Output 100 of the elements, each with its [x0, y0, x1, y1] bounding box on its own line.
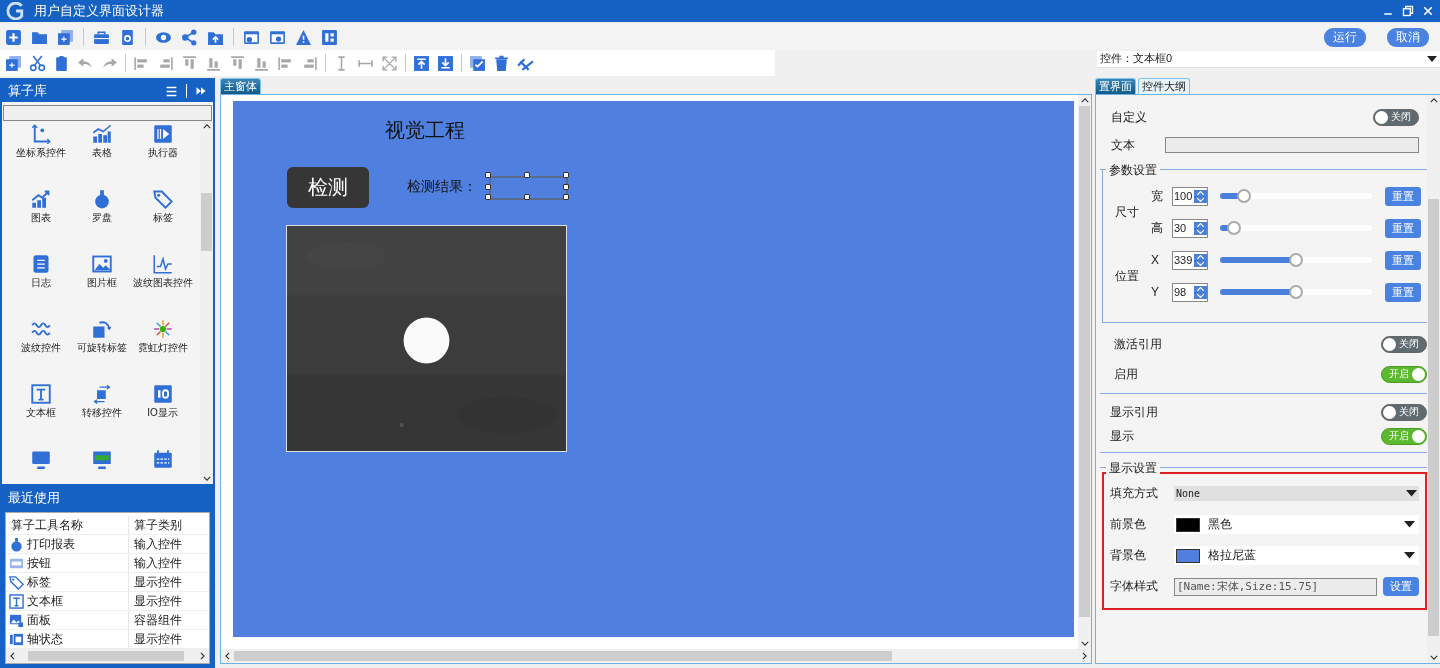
display-icon[interactable]: [91, 449, 112, 469]
slider[interactable]: [1220, 284, 1372, 300]
component-label[interactable]: 标签: [152, 212, 173, 223]
window-add-icon[interactable]: [243, 28, 260, 46]
send-back-icon[interactable]: [437, 54, 454, 72]
reset-button[interactable]: 重置: [1385, 218, 1421, 238]
window-gear-icon[interactable]: [269, 28, 286, 46]
scrollbar[interactable]: [6, 649, 209, 663]
component-label[interactable]: 表格: [91, 147, 112, 158]
component-label[interactable]: 可旋转标签: [76, 342, 127, 353]
component-label[interactable]: 执行器: [147, 147, 178, 158]
axis-icon[interactable]: [30, 124, 51, 144]
layout-icon[interactable]: [321, 28, 338, 46]
fill-mode-dropdown[interactable]: None: [1174, 486, 1419, 501]
slider[interactable]: [1220, 188, 1372, 204]
rotate-icon[interactable]: [91, 319, 112, 339]
cancel-button[interactable]: 取消: [1387, 27, 1429, 47]
close-icon[interactable]: [1422, 5, 1434, 17]
chart-icon[interactable]: [30, 189, 51, 209]
slider-thumb[interactable]: [1226, 221, 1241, 235]
component-label[interactable]: 转移控件: [81, 407, 122, 418]
table-cell[interactable]: 文本框: [27, 592, 63, 610]
led-icon[interactable]: [30, 449, 51, 469]
scroll-right-icon[interactable]: [1082, 652, 1087, 660]
reset-button[interactable]: 重置: [1385, 282, 1421, 302]
share-icon[interactable]: [181, 28, 198, 46]
control-dropdown[interactable]: 控件：文本框0: [1097, 50, 1440, 68]
scroll-up-icon[interactable]: [202, 124, 211, 129]
table-cell[interactable]: 打印报表: [27, 535, 75, 553]
menu-icon[interactable]: [165, 84, 178, 98]
font-field[interactable]: [Name:宋体,Size:15.75]: [1174, 577, 1377, 596]
component-label[interactable]: IO显示: [147, 407, 178, 418]
settings-button[interactable]: 设置: [1383, 577, 1419, 596]
component-label[interactable]: 文本框: [25, 407, 56, 418]
scrollbar-thumb[interactable]: [1428, 198, 1439, 636]
table-cell[interactable]: 标签: [27, 573, 51, 591]
wave-chart-icon[interactable]: [152, 254, 173, 274]
warning-icon[interactable]: [295, 28, 312, 46]
component-label[interactable]: 波纹控件: [20, 342, 61, 353]
fast-forward-icon[interactable]: [195, 85, 207, 97]
scroll-left-icon[interactable]: [225, 652, 230, 660]
number-field[interactable]: 98: [1172, 282, 1208, 302]
scrollbar-thumb[interactable]: [1079, 106, 1090, 617]
scroll-left-icon[interactable]: [10, 652, 15, 660]
slider[interactable]: [1220, 252, 1372, 268]
component-label[interactable]: 日志: [30, 277, 51, 288]
detect-button[interactable]: 检测: [287, 167, 369, 208]
slider-thumb[interactable]: [1289, 253, 1303, 267]
scrollbar[interactable]: [1078, 95, 1091, 649]
scroll-down-icon[interactable]: [1429, 655, 1438, 660]
number-field[interactable]: 100: [1172, 186, 1208, 206]
scrollbar-thumb[interactable]: [201, 193, 212, 252]
component-label[interactable]: 图表: [30, 212, 51, 223]
image-icon[interactable]: [91, 254, 112, 274]
component-label[interactable]: 罗盘: [91, 212, 112, 223]
trash-icon[interactable]: [493, 54, 510, 72]
paste-icon[interactable]: [53, 54, 70, 72]
component-label[interactable]: 霓虹灯控件: [137, 342, 188, 353]
number-field[interactable]: 30: [1172, 218, 1208, 238]
scrollbar[interactable]: [200, 121, 213, 484]
play-icon[interactable]: [152, 124, 173, 144]
new-icon[interactable]: [5, 28, 22, 46]
toggle-switch[interactable]: 关闭: [1381, 403, 1427, 421]
scrollbar-thumb[interactable]: [27, 651, 184, 661]
tab[interactable]: 主窗体: [220, 78, 261, 94]
reset-button[interactable]: 重置: [1385, 186, 1421, 206]
run-button[interactable]: 运行: [1324, 27, 1366, 47]
spinner-icon[interactable]: [1194, 285, 1207, 299]
color-dropdown[interactable]: 格拉尼蓝: [1174, 546, 1419, 565]
tab[interactable]: 控件大纲: [1138, 78, 1190, 94]
copy-icon[interactable]: [57, 28, 74, 46]
text-box-icon[interactable]: [30, 384, 51, 404]
table-cell[interactable]: 轴状态: [27, 630, 63, 648]
calendar-icon[interactable]: [152, 449, 173, 469]
scroll-up-icon[interactable]: [1429, 98, 1438, 103]
number-field[interactable]: 339: [1172, 250, 1208, 270]
scrollbar[interactable]: [1427, 95, 1440, 663]
copy-icon[interactable]: [5, 54, 22, 72]
component-label[interactable]: 坐标系控件: [15, 147, 66, 158]
io-icon[interactable]: [152, 384, 173, 404]
checkbox-icon[interactable]: [469, 54, 486, 72]
scrollbar-thumb[interactable]: [234, 651, 893, 661]
spinner-icon[interactable]: [1194, 221, 1207, 235]
scrollbar[interactable]: [221, 649, 1091, 663]
color-dropdown[interactable]: 黑色: [1174, 515, 1419, 534]
toolbox-icon[interactable]: [93, 28, 110, 46]
spinner-icon[interactable]: [1194, 189, 1207, 203]
slider[interactable]: [1220, 220, 1372, 236]
wave-icon[interactable]: [30, 319, 51, 339]
tab[interactable]: 置界面: [1095, 78, 1136, 94]
reset-button[interactable]: 重置: [1385, 250, 1421, 270]
transfer-icon[interactable]: [91, 384, 112, 404]
text-field[interactable]: [1165, 137, 1419, 153]
component-label[interactable]: 图片框: [86, 277, 117, 288]
bring-front-icon[interactable]: [413, 54, 430, 72]
restore-icon[interactable]: [1402, 5, 1414, 17]
toggle-switch[interactable]: 关闭: [1373, 108, 1419, 126]
spinner-icon[interactable]: [1194, 253, 1207, 267]
slider-thumb[interactable]: [1237, 189, 1252, 203]
tag-icon[interactable]: [152, 189, 173, 209]
